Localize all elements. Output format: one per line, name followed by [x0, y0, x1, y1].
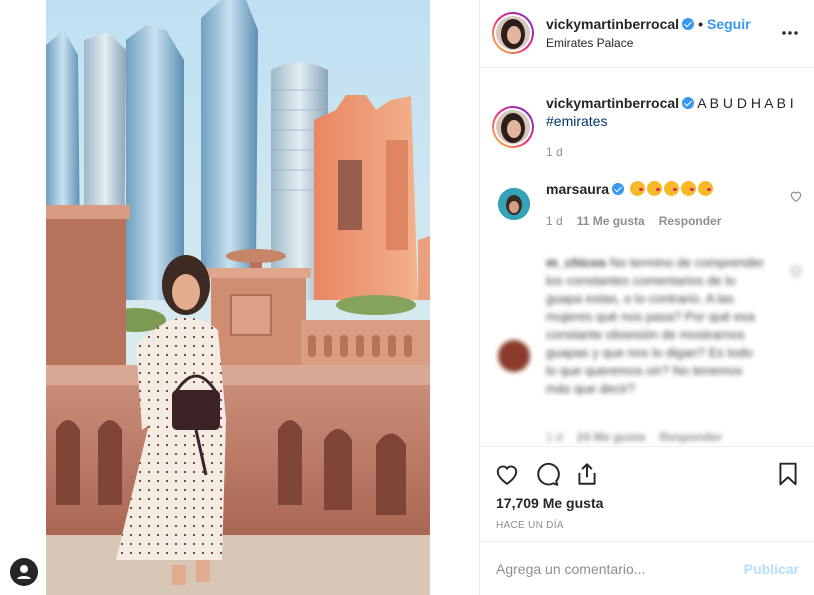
follow-button[interactable]: Seguir — [707, 16, 751, 32]
comment-username[interactable]: marsaura — [546, 181, 609, 197]
comment-like-icon[interactable] — [789, 264, 803, 278]
comment-like-icon[interactable] — [789, 189, 803, 203]
caption-text: A B U D H A B I — [697, 95, 794, 111]
page-margin — [0, 0, 46, 595]
bookmark-icon[interactable] — [775, 461, 801, 487]
caption-time[interactable]: 1 d — [546, 145, 563, 159]
post-header: vickymartinberrocal • Seguir Emirates Pala… — [480, 0, 814, 68]
comment-meta: 1 d 11 Me gusta Responder — [546, 214, 735, 228]
author-username[interactable]: vickymartinberrocal — [546, 16, 679, 32]
add-comment-section: Publicar — [480, 542, 814, 595]
post-panel: vickymartinberrocal • Seguir Emirates Pala… — [479, 0, 814, 595]
comment-username[interactable]: m_chicos — [546, 255, 606, 270]
comment-time[interactable]: 1 d — [546, 214, 563, 228]
caption-username[interactable]: vickymartinberrocal — [546, 95, 679, 111]
comment-likes[interactable]: 11 Me gusta — [577, 214, 645, 228]
comments-list[interactable]: vickymartinberrocal A B U D H A B I #emi… — [480, 68, 814, 446]
comment-input[interactable] — [496, 558, 726, 580]
post-timestamp[interactable]: HACE UN DÍA — [496, 520, 564, 531]
post-photo[interactable] — [46, 0, 430, 595]
caption: vickymartinberrocal A B U D H A B I #emi… — [546, 94, 806, 130]
commenter-avatar[interactable] — [498, 188, 530, 220]
publish-button[interactable]: Publicar — [744, 561, 799, 577]
more-options-icon[interactable] — [781, 24, 799, 42]
share-icon[interactable] — [574, 461, 600, 487]
caption-avatar[interactable] — [492, 106, 534, 148]
kiss-emoji-icon — [646, 181, 662, 196]
comment-likes[interactable]: 24 Me gusta — [577, 430, 646, 444]
kiss-emoji-icon — [697, 181, 713, 196]
caption-hashtag[interactable]: #emirates — [546, 113, 607, 129]
verified-badge-icon — [682, 97, 695, 109]
action-bar: 17,709 Me gusta HACE UN DÍA — [480, 446, 814, 542]
verified-badge-icon — [682, 18, 695, 30]
location-link[interactable]: Emirates Palace — [546, 36, 633, 50]
comment-time[interactable]: 1 d — [546, 430, 563, 444]
author-line: vickymartinberrocal • Seguir — [546, 16, 751, 32]
commenter-avatar[interactable] — [498, 340, 530, 372]
kiss-emoji-icon — [629, 181, 645, 196]
comment-icon[interactable] — [534, 461, 560, 487]
kiss-emoji-icon — [680, 181, 696, 196]
author-avatar[interactable] — [492, 12, 534, 54]
separator-dot: • — [698, 16, 703, 32]
account-icon[interactable] — [10, 558, 38, 586]
comment-text: m_chicos No termino de comprender los co… — [546, 255, 765, 396]
comment-text: marsaura — [546, 180, 713, 198]
kiss-emoji-icon — [663, 181, 679, 196]
reply-button[interactable]: Responder — [659, 430, 722, 444]
kiss-emojis — [628, 181, 713, 197]
likes-count[interactable]: 17,709 Me gusta — [496, 495, 603, 511]
heart-icon[interactable] — [494, 461, 520, 487]
comment-meta: 1 d 24 Me gusta Responder — [546, 430, 736, 444]
verified-badge-icon — [612, 183, 625, 195]
reply-button[interactable]: Responder — [659, 214, 722, 228]
